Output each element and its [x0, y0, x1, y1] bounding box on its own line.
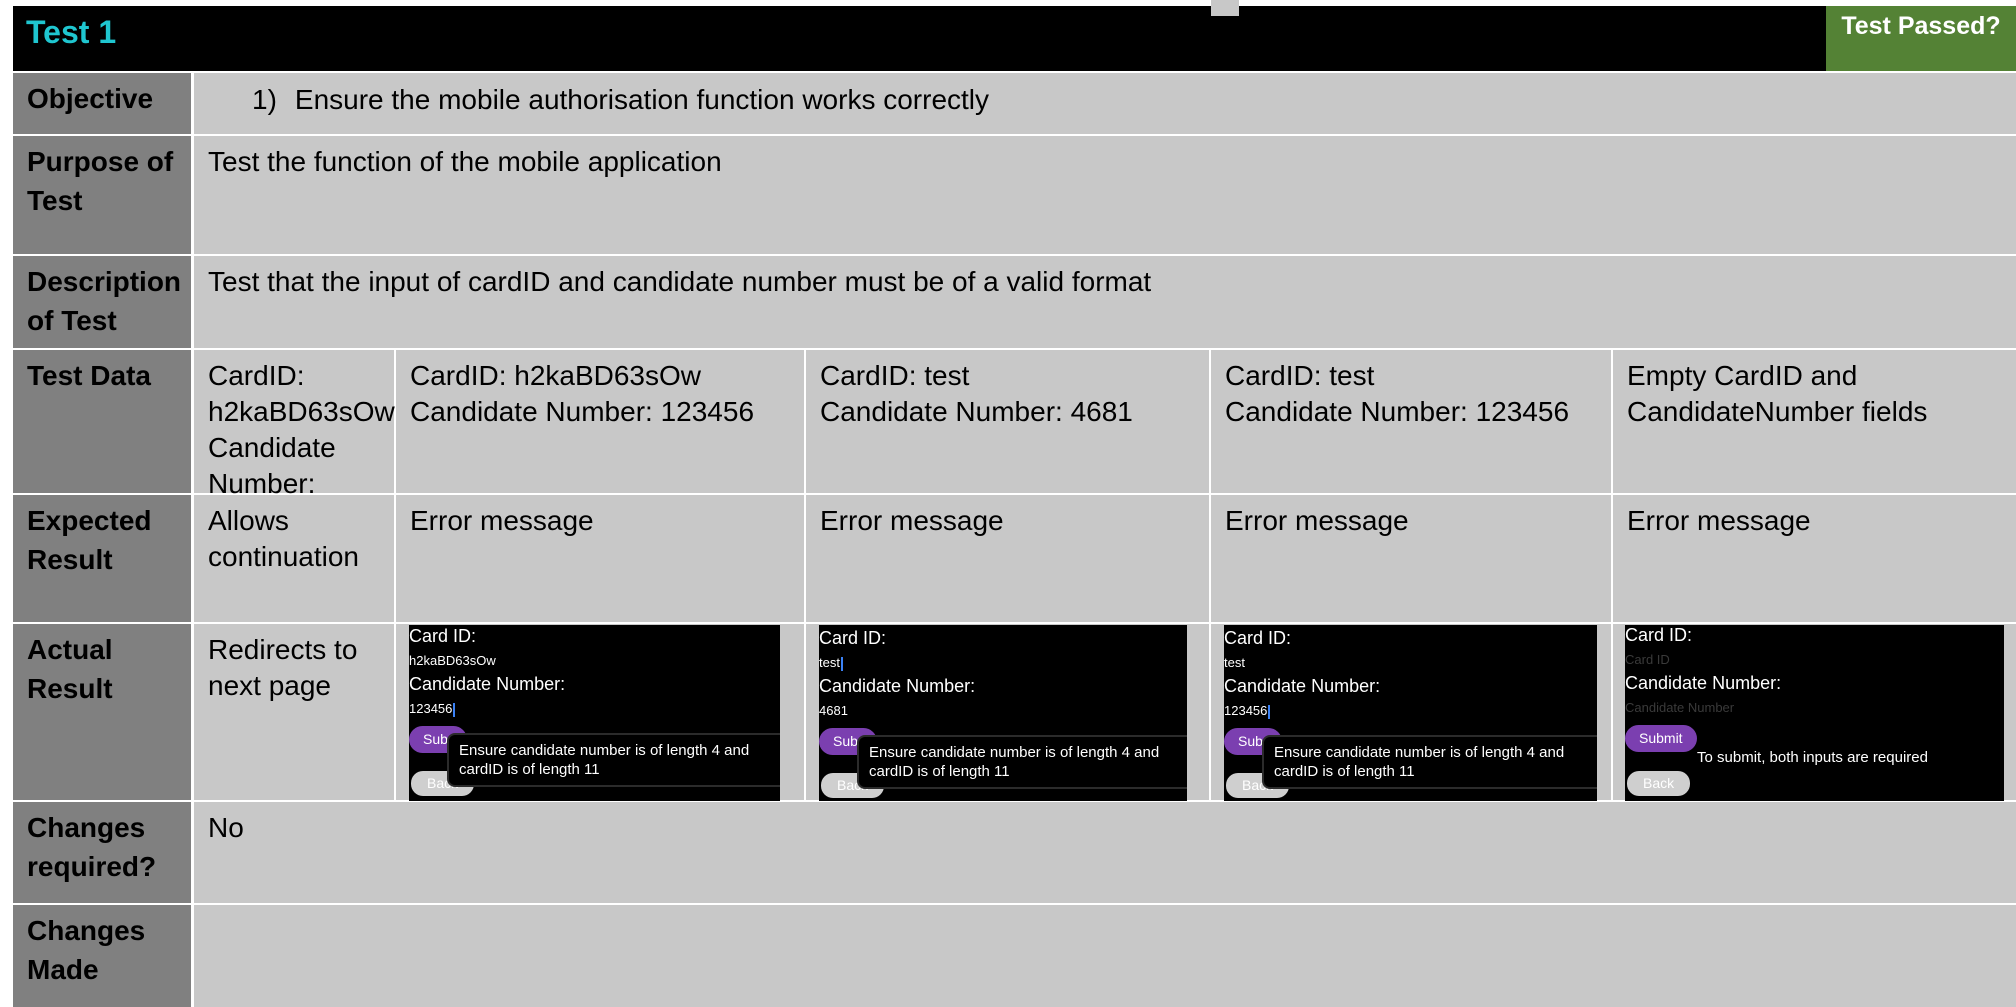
card-id-value: test: [1224, 655, 1245, 670]
text-caret: [1268, 704, 1271, 719]
test-data-case-1-cardid: CardID: h2kaBD63sOw: [208, 360, 395, 427]
objective-label: Objective: [13, 73, 191, 134]
test-data-case-3-candidate: Candidate Number: 4681: [820, 396, 1133, 427]
submit-button[interactable]: Submit: [1625, 725, 1697, 752]
test-data-case-2-cardid: CardID: h2kaBD63sOw: [410, 360, 702, 391]
candidate-number-value: 123456: [409, 701, 456, 717]
candidate-number-value: 4681: [819, 703, 848, 718]
test-data-case-4-candidate: Candidate Number: 123456: [1225, 396, 1570, 427]
changes-required-label: Changes required?: [13, 802, 191, 903]
actual-result-label: Actual Result: [13, 624, 191, 800]
description-text: Test that the input of cardID and candid…: [194, 256, 2016, 348]
changes-made-label: Changes Made: [13, 905, 191, 1007]
candidate-number-value: 123456: [1224, 703, 1271, 719]
actual-result-case-1: Redirects to next page: [194, 624, 394, 800]
screenshot-case-3: Card ID: test Candidate Number: 4681 Sub…: [819, 625, 1187, 801]
objective-text: Ensure the mobile authorisation function…: [294, 84, 990, 115]
test-data-case-2-candidate: Candidate Number: 123456: [410, 396, 755, 427]
expected-result-case-3: Error message: [806, 495, 1209, 622]
screenshot-case-4: Card ID: test Candidate Number: 123456 S…: [1224, 625, 1597, 801]
test-title: Test 1: [26, 14, 117, 50]
test-data-case-3: CardID: test Candidate Number: 4681: [806, 350, 1209, 493]
test-data-case-5-line-1: Empty CardID and: [1627, 360, 1858, 391]
text-caret: [840, 656, 843, 671]
purpose-text: Test the function of the mobile applicat…: [194, 136, 2016, 254]
card-id-placeholder: Card ID: [1625, 652, 1670, 667]
test-data-case-2: CardID: h2kaBD63sOw Candidate Number: 12…: [396, 350, 804, 493]
expected-result-case-5: Error message: [1613, 495, 2016, 622]
test-passed-cell: Test Passed?: [1826, 6, 2016, 71]
screenshot-case-5: Card ID: Card ID Candidate Number: Candi…: [1625, 625, 2004, 801]
test-data-case-4: CardID: test Candidate Number: 123456: [1211, 350, 1611, 493]
candidate-number-label: Candidate Number:: [409, 674, 566, 694]
test-data-label: Test Data: [13, 350, 191, 493]
expected-result-label: Expected Result: [13, 495, 191, 622]
objective-number: 1): [252, 84, 277, 115]
expected-result-case-1: Allows continuation: [194, 495, 394, 622]
card-id-label: Card ID:: [1625, 625, 1693, 645]
candidate-number-label: Candidate Number:: [1224, 676, 1381, 696]
purpose-label: Purpose of Test: [13, 136, 191, 254]
candidate-number-placeholder: Candidate Number: [1625, 700, 1735, 715]
objective-cell: 1) Ensure the mobile authorisation functi…: [194, 73, 2016, 134]
error-toast: To submit, both inputs are required: [1697, 749, 1928, 766]
back-button[interactable]: Back: [1627, 771, 1691, 796]
screenshot-case-2: Card ID: h2kaBD63sOw Candidate Number: 1…: [409, 625, 780, 801]
description-label: Description of Test: [13, 256, 191, 348]
expected-result-case-2: Error message: [396, 495, 804, 622]
changes-made-text: [194, 905, 2016, 1007]
header-bar: [13, 6, 2016, 71]
test-data-case-4-cardid: CardID: test: [1225, 360, 1375, 391]
card-id-label: Card ID:: [819, 628, 887, 648]
card-id-label: Card ID:: [409, 626, 477, 646]
text-caret: [453, 702, 456, 717]
error-toast: Ensure candidate number is of length 4 a…: [447, 733, 780, 787]
changes-required-text: No: [194, 802, 2016, 903]
test-data-case-5-line-2: CandidateNumber fields: [1627, 396, 1928, 427]
candidate-number-label: Candidate Number:: [819, 676, 976, 696]
test-data-case-5: Empty CardID and CandidateNumber fields: [1613, 350, 2016, 493]
error-toast: Ensure candidate number is of length 4 a…: [857, 735, 1187, 789]
test-data-case-3-cardid: CardID: test: [820, 360, 970, 391]
card-id-value: h2kaBD63sOw: [409, 653, 496, 668]
test-data-case-1: CardID: h2kaBD63sOw Candidate Number: 46…: [194, 350, 395, 535]
card-id-label: Card ID:: [1224, 628, 1292, 648]
candidate-number-label: Candidate Number:: [1625, 673, 1782, 693]
expected-result-case-4: Error message: [1211, 495, 1611, 622]
error-toast: Ensure candidate number is of length 4 a…: [1262, 735, 1597, 789]
card-id-value: test: [819, 655, 843, 671]
